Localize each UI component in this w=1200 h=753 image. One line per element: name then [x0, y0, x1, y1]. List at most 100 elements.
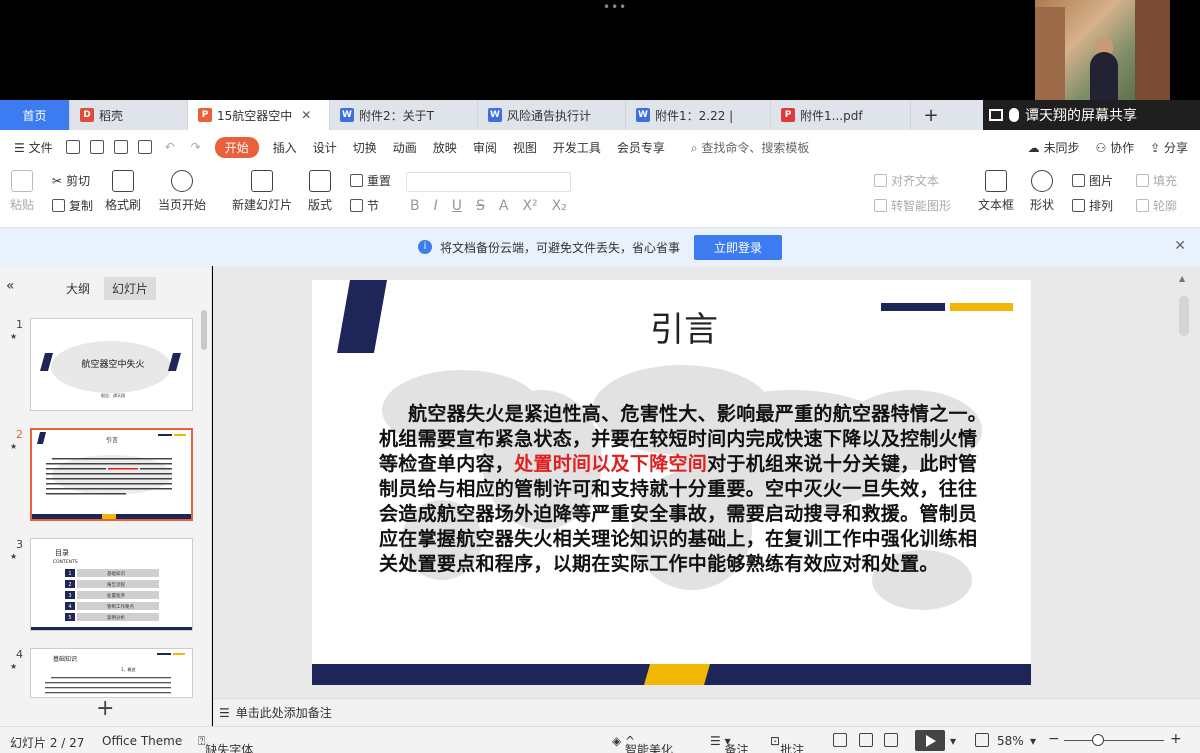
slideshow-dropdown-icon[interactable]: ▾ — [950, 734, 956, 748]
underline-icon[interactable]: U — [452, 198, 462, 214]
subscript-icon[interactable]: X₂ — [552, 198, 567, 214]
zoom-dropdown-icon[interactable]: ▾ — [1030, 734, 1036, 748]
file-menu[interactable]: ☰ 文件 — [0, 139, 61, 156]
notes-bar[interactable]: ☰ 单击此处添加备注 — [213, 698, 1200, 726]
menu-animation[interactable]: 动画 — [385, 139, 425, 156]
missing-font-button[interactable]: ⍰ 缺失字体 — [198, 734, 253, 753]
normal-view-icon[interactable] — [833, 733, 847, 747]
command-search[interactable]: ⌕ 查找命令、搜索模板 — [683, 139, 818, 156]
redo-icon[interactable]: ↷ — [183, 140, 209, 154]
zoom-in-icon[interactable]: + — [1170, 731, 1182, 747]
comments-toggle[interactable]: ⊡ 批注 — [770, 734, 804, 753]
menu-review[interactable]: 审阅 — [465, 139, 505, 156]
share-button[interactable]: ⇪ 分享 — [1150, 139, 1188, 156]
new-slide-button[interactable]: 新建幻灯片 — [232, 170, 292, 213]
zoom-slider-track[interactable] — [1064, 740, 1164, 741]
play-from-current-button[interactable]: 当页开始 — [158, 170, 206, 213]
strikethrough-icon[interactable]: S — [476, 198, 485, 214]
menu-home-tab[interactable]: 开始 — [214, 136, 259, 158]
picture-button[interactable]: 图片 — [1072, 172, 1113, 189]
collaborate-button[interactable]: ⚇ 协作 — [1096, 139, 1135, 156]
word-icon: W — [340, 108, 354, 122]
new-tab-button[interactable]: + — [911, 100, 951, 130]
menu-member[interactable]: 会员专享 — [609, 139, 673, 156]
zoom-level[interactable]: 58% — [997, 734, 1024, 748]
reading-view-icon[interactable] — [884, 733, 898, 747]
menu-transition[interactable]: 切换 — [345, 139, 385, 156]
font-color-icon[interactable]: A — [499, 198, 509, 214]
font-name-select[interactable] — [406, 172, 571, 192]
copy-button[interactable]: 复制 — [52, 197, 93, 214]
slideshow-play-button[interactable] — [915, 730, 945, 751]
menu-slideshow[interactable]: 放映 — [425, 139, 465, 156]
reset-button[interactable]: 重置 — [350, 172, 391, 189]
font-format-row: B I U S A X² X₂ — [410, 198, 567, 214]
tab-presentation[interactable]: P 15航空器空中 ✕ — [188, 100, 330, 130]
arrange-button[interactable]: 排列 — [1072, 197, 1113, 214]
thumb-1-title: 航空器空中失火 — [81, 358, 144, 370]
menu-design[interactable]: 设计 — [305, 139, 345, 156]
zoom-slider-handle[interactable] — [1092, 734, 1104, 746]
tab-slides[interactable]: 幻灯片 — [104, 277, 157, 300]
tab-risk-notice[interactable]: W 风险通告执行计 — [478, 100, 626, 130]
undo-icon[interactable]: ↶ — [157, 140, 183, 154]
fill-button[interactable]: 填充 — [1136, 172, 1177, 189]
top-black-area: ••• — [0, 0, 1200, 102]
italic-icon[interactable]: I — [434, 198, 438, 214]
paste-button[interactable]: 粘贴 — [10, 170, 34, 213]
layout-button[interactable]: 版式 — [308, 170, 332, 213]
smart-beautify-button[interactable]: ◈ 智能美化 ^ — [612, 734, 673, 753]
toc-number: 3 — [68, 593, 71, 599]
outline-button[interactable]: 轮廓 — [1136, 197, 1177, 214]
canvas-scrollbar[interactable] — [1179, 296, 1189, 336]
notes-placeholder: 单击此处添加备注 — [235, 706, 332, 720]
save-icon[interactable] — [65, 140, 80, 154]
toc-item-label: 管制工作要点 — [107, 603, 134, 610]
tab-attachment-pdf[interactable]: P 附件1...pdf — [771, 100, 911, 130]
menu-view[interactable]: 视图 — [505, 139, 545, 156]
menu-developer[interactable]: 开发工具 — [545, 139, 609, 156]
tab-home[interactable]: 首页 — [0, 100, 70, 130]
print-icon[interactable] — [113, 140, 128, 154]
add-slide-button[interactable]: + — [96, 696, 114, 721]
ppt-icon: P — [198, 108, 212, 122]
scroll-up-icon[interactable]: ▲ — [1179, 274, 1185, 283]
preview-icon[interactable] — [137, 140, 152, 154]
shape-button[interactable]: 形状 — [1030, 170, 1054, 213]
format-painter-button[interactable]: 格式刷 — [105, 170, 141, 213]
sorter-view-icon[interactable] — [859, 733, 873, 747]
menu-insert[interactable]: 插入 — [265, 139, 305, 156]
fit-window-icon[interactable] — [975, 733, 989, 747]
notes-toggle[interactable]: ☰ 备注 ▾ — [710, 734, 749, 753]
outline-icon — [1136, 199, 1149, 212]
tab-attachment-1[interactable]: W 附件1：2.22 | — [626, 100, 771, 130]
superscript-icon[interactable]: X² — [522, 198, 537, 214]
status-bar: 幻灯片 2 / 27 Office Theme ⍰ 缺失字体 ◈ 智能美化 ^ … — [0, 726, 1200, 753]
login-button[interactable]: 立即登录 — [694, 234, 783, 260]
slide-editing-canvas: 引言 航空器失火是紧迫性高、危害性大、影响最严重的航空器特情之一。机组需要宣布紧… — [213, 266, 1200, 698]
star-icon: ★ — [10, 442, 18, 451]
textbox-button[interactable]: 文本框 — [978, 170, 1014, 213]
thumb-1-sub: 报告：谭天翔 — [101, 392, 125, 398]
thumbnail-scrollbar[interactable] — [201, 310, 207, 350]
ribbon-toolbar: 粘贴 ✂ 剪切 复制 格式刷 当页开始 新建幻灯片 版式 重置 节 B I U … — [0, 164, 1200, 228]
collapse-panel-icon[interactable]: « — [6, 278, 15, 294]
more-dots-icon[interactable]: ••• — [603, 0, 627, 14]
tab-attachment-2[interactable]: W 附件2：关于T — [330, 100, 478, 130]
smart-graphic-button[interactable]: 转智能图形 — [874, 197, 951, 214]
tab-outline[interactable]: 大纲 — [66, 280, 90, 297]
align-text-button[interactable]: 对齐文本 — [874, 172, 939, 189]
zoom-out-icon[interactable]: − — [1048, 731, 1060, 747]
bottom-gold-accent — [644, 664, 710, 685]
close-tab-icon[interactable]: ✕ — [301, 108, 311, 122]
sync-status[interactable]: ☁ 未同步 — [1028, 139, 1080, 156]
webcam-video — [1035, 0, 1170, 102]
tab-docer[interactable]: D 稻壳 — [70, 100, 188, 130]
current-slide[interactable]: 引言 航空器失火是紧迫性高、危害性大、影响最严重的航空器特情之一。机组需要宣布紧… — [312, 280, 1031, 685]
cut-button[interactable]: ✂ 剪切 — [52, 172, 90, 189]
scissors-icon: ✂ — [52, 173, 63, 188]
bold-icon[interactable]: B — [410, 198, 420, 214]
close-icon[interactable]: ✕ — [1174, 238, 1186, 254]
export-icon[interactable] — [89, 140, 104, 154]
section-button[interactable]: 节 — [350, 197, 379, 214]
